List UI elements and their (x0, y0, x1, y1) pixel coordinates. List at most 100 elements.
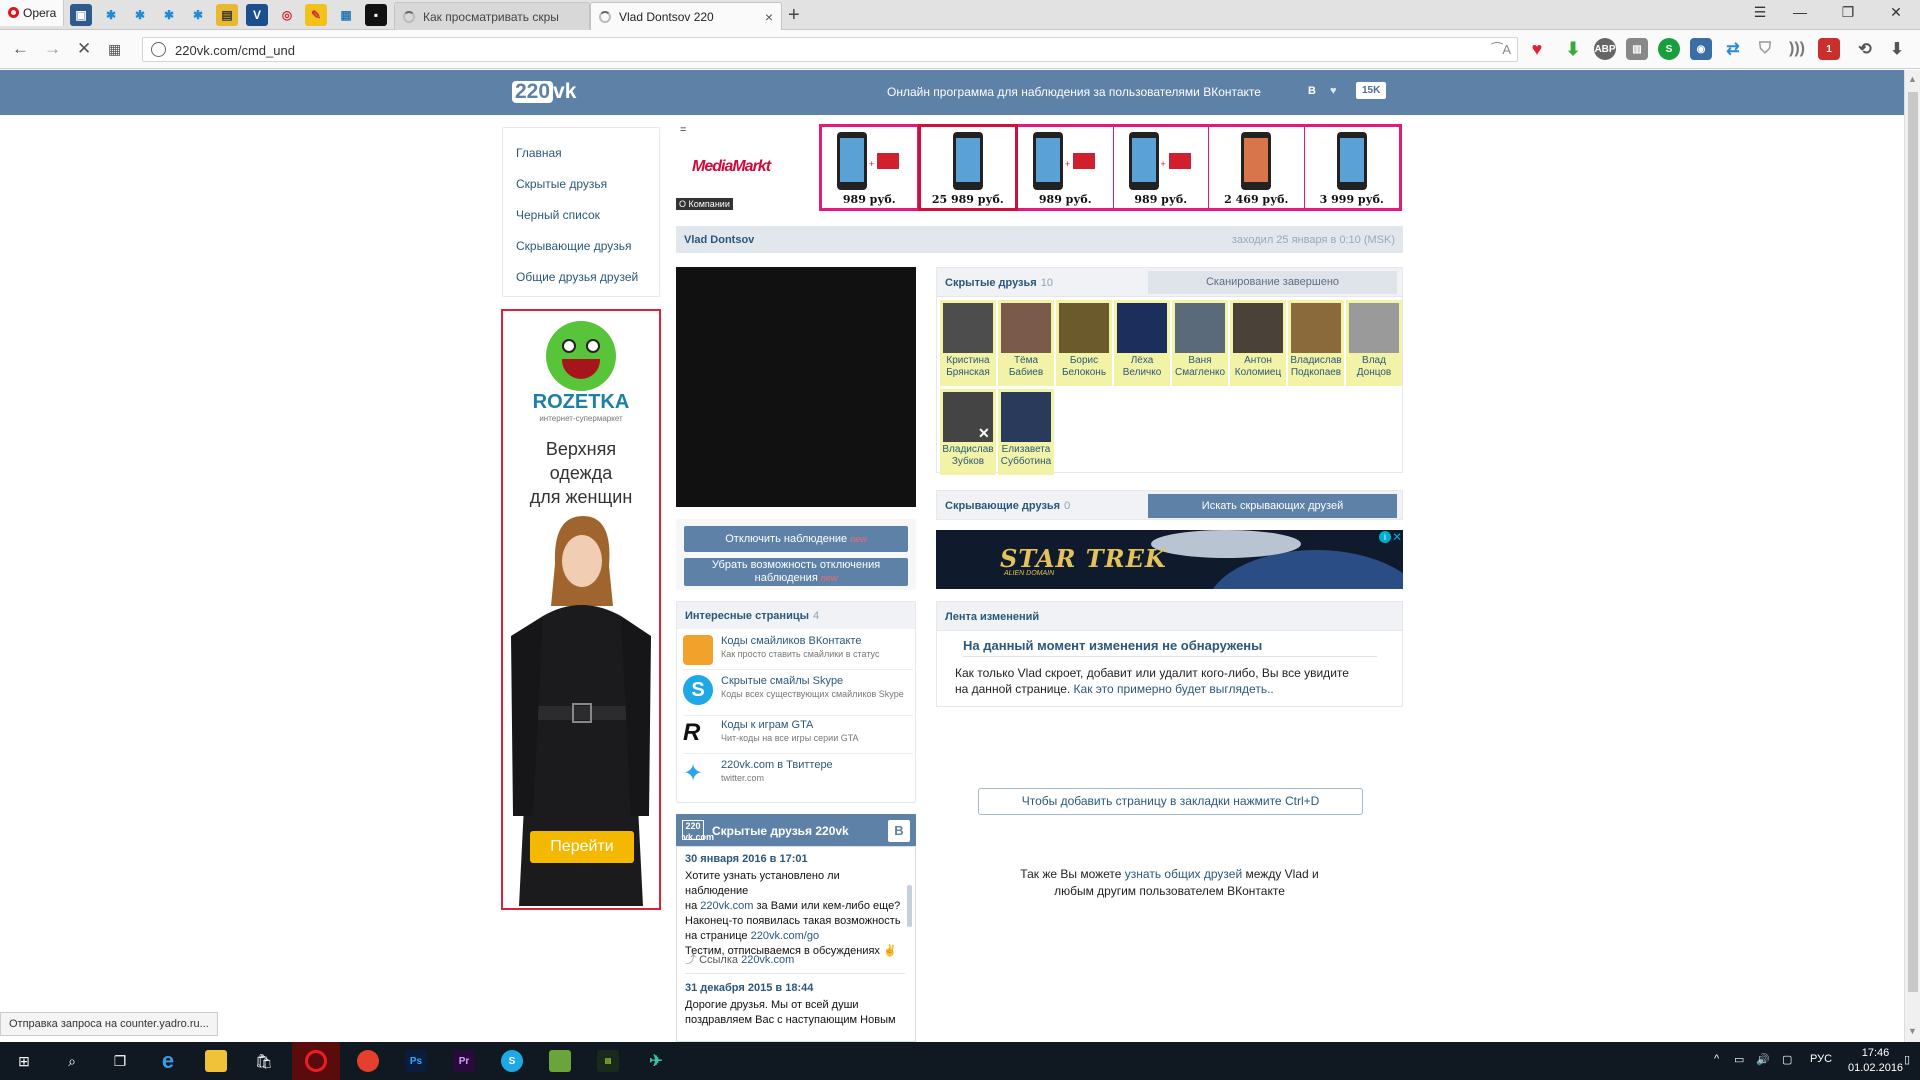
product-tile[interactable]: + 989 руб. (1018, 127, 1114, 208)
startrek-ad-banner[interactable]: STAR TREK ALIEN DOMAIN i ✕ (936, 530, 1403, 589)
pinned-tab-star-icon[interactable]: ✱ (158, 4, 180, 26)
product-tile[interactable]: + 989 руб. (1114, 127, 1209, 208)
vk-widget-header[interactable]: 220 vk.com Скрытые друзья 220vk В (676, 814, 916, 846)
rozetka-go-button[interactable]: Перейти (530, 831, 634, 863)
stop-loading-icon[interactable]: ✕ (77, 39, 91, 59)
ad-info-icon[interactable]: i (1379, 531, 1391, 543)
task-view-icon[interactable]: ❐ (96, 1042, 144, 1080)
post-link[interactable]: 220vk.com/go (751, 930, 819, 942)
volume-icon[interactable]: 🔊 (1756, 1053, 1770, 1066)
skype-taskbar-icon[interactable]: S (488, 1042, 536, 1080)
windows-start-icon[interactable]: ⊞ (0, 1042, 48, 1080)
pinned-tab-folder-icon[interactable]: ▤ (216, 4, 238, 26)
mutual-friends-link[interactable]: узнать общих друзей (1125, 867, 1242, 881)
game-icon[interactable]: ▤ (584, 1042, 632, 1080)
eye-icon[interactable]: ◉ (1690, 38, 1712, 60)
tab-how-to-view[interactable]: Как просматривать скры (394, 2, 590, 30)
menu-icon[interactable]: = (680, 124, 686, 136)
minimize-button[interactable]: — (1780, 4, 1820, 20)
network-icon[interactable]: ▭ (1734, 1053, 1744, 1066)
interesting-item[interactable]: ✦ 220vk.com в Твиттере twitter.com (683, 756, 913, 794)
download-arrow-icon[interactable]: ⬇ (1562, 38, 1584, 60)
pinned-tab-icon[interactable]: ▣ (70, 4, 92, 26)
menu-item-mutual-friends[interactable]: Общие друзья друзей (503, 262, 659, 293)
download-manager-icon[interactable]: ⬇ (1886, 38, 1908, 60)
close-window-button[interactable]: ✕ (1876, 4, 1916, 21)
like-icon[interactable]: ♥ (1330, 85, 1337, 97)
pinned-tab-terminal-icon[interactable]: ▪ (365, 4, 387, 26)
product-tile[interactable]: + 989 руб. (822, 127, 918, 208)
pinned-tab-doc-icon[interactable]: ▦ (335, 4, 357, 26)
pinned-tab-star-icon[interactable]: ✱ (100, 4, 122, 26)
file-explorer-icon[interactable] (192, 1042, 240, 1080)
photoshop-icon[interactable]: Ps (392, 1042, 440, 1080)
product-tile[interactable]: 2 469 руб. (1209, 127, 1305, 208)
store-icon[interactable]: 🛍 (240, 1042, 288, 1080)
mediamarkt-ad-banner[interactable]: = MediaMarkt О Компании + 989 руб. 25 98… (676, 124, 1403, 214)
chrome-icon[interactable] (344, 1042, 392, 1080)
vk-share-link[interactable]: В (1308, 85, 1316, 97)
translate-ext-icon[interactable]: ⇄ (1722, 38, 1744, 60)
disable-monitoring-button[interactable]: Отключить наблюдение new (684, 526, 908, 552)
clock[interactable]: 17:46 01.02.2016 (1848, 1046, 1903, 1076)
heart-icon[interactable]: ♥ (1526, 38, 1548, 60)
post-date[interactable]: 31 декабря 2015 в 18:44 (685, 982, 813, 994)
friend-card[interactable]: Борис Белоконь (1056, 300, 1112, 386)
edge-icon[interactable]: e (144, 1042, 192, 1080)
profile-name-link[interactable]: Vlad Dontsov (684, 234, 754, 246)
pinned-tab-v-icon[interactable]: V (246, 4, 268, 26)
site-logo[interactable]: 220 vk (512, 80, 576, 104)
translate-icon[interactable]: ⁀A (1492, 42, 1511, 58)
mediamarkt-logo[interactable]: = MediaMarkt О Компании (676, 124, 818, 212)
menu-item-blacklist[interactable]: Черный список (503, 200, 659, 231)
ad-close-icon[interactable]: ✕ (1392, 530, 1402, 544)
friend-card[interactable]: Тёма Бабиев (998, 300, 1054, 386)
notifications-icon[interactable]: ▯ (1904, 1053, 1910, 1066)
new-tab-button[interactable]: + (788, 4, 800, 27)
friend-card[interactable]: Антон Коломиец (1230, 300, 1286, 386)
app-icon[interactable]: ✈ (632, 1042, 680, 1080)
shield-icon[interactable]: ⛉ (1754, 38, 1776, 60)
maximize-button[interactable]: ❐ (1828, 4, 1868, 21)
vk-logo-icon[interactable]: В (888, 820, 910, 842)
widget-scrollbar[interactable] (907, 885, 912, 927)
tray-arrow-icon[interactable]: ^ (1714, 1053, 1719, 1065)
vk-widget-feed[interactable]: 30 января 2016 в 17:01 Хотите узнать уст… (676, 846, 916, 1042)
friend-card[interactable]: Владислав Подкопаев (1288, 300, 1344, 386)
scroll-down-icon[interactable]: ▼ (1908, 1026, 1917, 1036)
speed-dial-icon[interactable]: ▦ (108, 41, 121, 58)
product-tile[interactable]: 25 989 руб. (917, 124, 1018, 211)
sync-icon[interactable]: S (1658, 38, 1680, 60)
pinned-tab-target-icon[interactable]: ◎ (276, 4, 298, 26)
friend-card[interactable]: Ваня Смагленко (1172, 300, 1228, 386)
menu-item-home[interactable]: Главная (503, 138, 659, 169)
adblock-icon[interactable]: ABP (1594, 38, 1616, 60)
menu-item-hiding-friends[interactable]: Скрывающие друзья (503, 231, 659, 262)
pinned-tab-pencil-icon[interactable]: ✎ (305, 4, 327, 26)
friend-card[interactable]: Елизавета Субботина (998, 389, 1054, 475)
back-icon[interactable]: ← (12, 39, 29, 59)
page-scrollbar[interactable]: ▲ ▼ (1904, 70, 1920, 1042)
pinned-tab-star-icon[interactable]: ✱ (187, 4, 209, 26)
about-company-label[interactable]: О Компании (676, 198, 733, 210)
message-icon[interactable]: ▢ (1782, 1053, 1792, 1066)
post-attachment-link[interactable]: ⤴ Ссылка 220vk.com (685, 951, 794, 967)
rss-icon[interactable]: ))) (1786, 38, 1808, 60)
search-icon[interactable]: ⌕ (48, 1042, 96, 1080)
tab-vlad-dontsov[interactable]: Vlad Dontsov 220 × (590, 2, 782, 30)
app-icon[interactable] (536, 1042, 584, 1080)
opera-menu-button[interactable]: Opera (0, 0, 64, 26)
product-tile[interactable]: 3 999 руб. (1305, 127, 1400, 208)
stats-icon[interactable]: ▥ (1626, 38, 1648, 60)
notification-icon[interactable]: 1 (1818, 38, 1840, 60)
post-date[interactable]: 30 января 2016 в 17:01 (685, 853, 808, 865)
close-tab-icon[interactable]: × (765, 9, 773, 25)
scrollbar-thumb[interactable] (1908, 92, 1918, 992)
history-icon[interactable]: ⟲ (1854, 38, 1876, 60)
language-indicator[interactable]: РУС (1810, 1053, 1832, 1065)
interesting-item[interactable]: S Скрытые смайлы Skype Коды всех существ… (683, 672, 913, 716)
close-icon[interactable]: ✕ (978, 425, 990, 442)
interesting-item[interactable]: Коды смайликов ВКонтакте Как просто став… (683, 632, 913, 670)
rozetka-ad-banner[interactable]: ROZETKA интернет-супермаркет Верхняя оде… (501, 309, 661, 910)
friend-card[interactable]: Влад Донцов (1346, 300, 1402, 386)
